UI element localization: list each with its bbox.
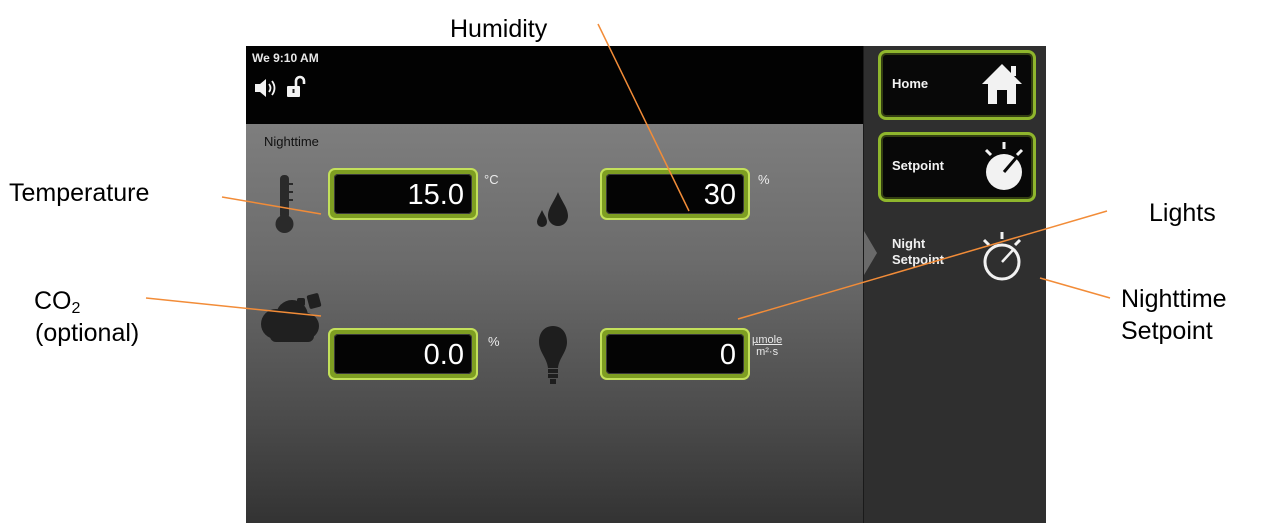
night-setpoint-arrow (1039, 277, 1111, 299)
temperature-value: 15.0 (407, 179, 464, 211)
house-icon (982, 64, 1022, 104)
light-unit: µmole m²·s (752, 334, 782, 358)
home-button[interactable]: Home (878, 50, 1036, 120)
thermometer-icon (275, 175, 294, 233)
night-setpoint-dial-icon (982, 232, 1022, 281)
humidity-field[interactable]: 30 (600, 168, 750, 220)
light-unit-denominator: m²·s (756, 346, 779, 358)
unlocked-padlock-icon[interactable] (286, 74, 308, 100)
water-drops-icon (537, 192, 568, 227)
home-button-label: Home (892, 76, 929, 91)
light-value: 0 (719, 339, 736, 371)
main-panel: Nighttime 15.0 °C 30 % 0.0 % 0 µmole m²·… (246, 124, 863, 523)
callout-nighttime: Nighttime (1121, 285, 1227, 313)
light-unit-numerator: µmole (752, 334, 783, 346)
co2-field[interactable]: 0.0 (328, 328, 478, 380)
callout-lights: Lights (1149, 199, 1216, 227)
callout-co2-subscript: 2 (71, 300, 81, 317)
callout-co2-note: (optional) (35, 319, 140, 347)
active-tab-pointer (864, 231, 877, 275)
night-setpoint-line1: Night (892, 236, 926, 251)
humidity-unit: % (758, 172, 770, 187)
callout-temperature: Temperature (9, 179, 150, 207)
temperature-unit: °C (484, 172, 499, 187)
speaker-icon[interactable] (254, 77, 280, 99)
callout-humidity: Humidity (450, 15, 548, 43)
callout-setpoint: Setpoint (1121, 317, 1213, 345)
humidity-value: 30 (703, 179, 736, 211)
callout-co2-main: CO (34, 287, 72, 315)
co2-cloud-icon (261, 293, 322, 342)
setpoint-button[interactable]: Setpoint (878, 132, 1036, 202)
temperature-field[interactable]: 15.0 (328, 168, 478, 220)
setpoint-dial-icon (984, 142, 1024, 190)
nav-sidebar: Home Setpoint Night Setpoint (863, 46, 1046, 523)
status-bar: We 9:10 AM (246, 46, 863, 124)
light-field[interactable]: 0 (600, 328, 750, 380)
mode-label: Nighttime (264, 134, 319, 149)
co2-value: 0.0 (423, 339, 464, 371)
night-setpoint-line2: Setpoint (892, 252, 944, 267)
co2-unit: % (488, 334, 500, 349)
night-setpoint-tab[interactable]: Night Setpoint (878, 232, 1038, 296)
light-bulb-icon (539, 326, 567, 384)
night-setpoint-label: Night Setpoint (892, 236, 962, 268)
setpoint-button-label: Setpoint (892, 158, 944, 173)
clock: We 9:10 AM (252, 51, 319, 65)
controller-screen: We 9:10 AM Nighttime 15.0 °C 30 % 0.0 % … (246, 46, 1046, 523)
